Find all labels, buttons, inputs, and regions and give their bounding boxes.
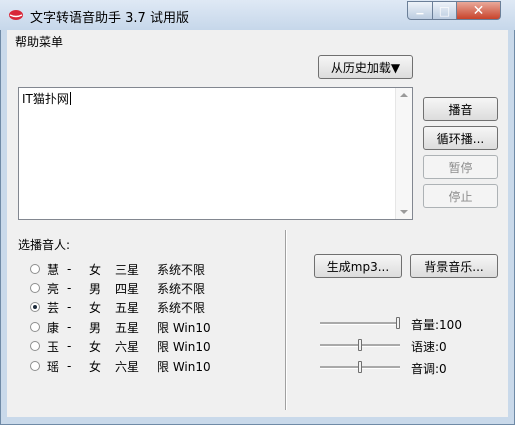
voice-radio[interactable] [30, 361, 40, 371]
close-button[interactable]: ✕ [456, 1, 501, 20]
voice-name: 康 [47, 320, 60, 335]
voice-radio[interactable] [30, 302, 40, 312]
minimize-icon: ▁ [416, 5, 424, 15]
background-music-button[interactable]: 背景音乐... [410, 254, 498, 278]
volume-label: 音量:100 [411, 318, 462, 332]
voice-radio[interactable] [30, 322, 40, 332]
voice-name: 瑶 [47, 359, 60, 374]
text-input-area[interactable]: IT猫扑网 [18, 87, 413, 220]
voice-limit: 系统不限 [157, 281, 206, 296]
menu-bar: 帮助菜单 [7, 30, 508, 50]
text-scrollbar[interactable] [395, 88, 412, 219]
menu-help[interactable]: 帮助菜单 [15, 33, 63, 50]
voice-stars: 六星 [115, 359, 140, 374]
minimize-button[interactable]: ▁ [407, 1, 433, 20]
voice-option[interactable]: 慧 - 女三星 系统不限 [30, 260, 217, 278]
close-icon: ✕ [472, 2, 485, 19]
voice-gender: 女 [89, 339, 102, 354]
voice-sep: - [67, 339, 72, 353]
voice-stars: 三星 [115, 262, 140, 277]
scroll-up-arrow-icon[interactable] [400, 93, 408, 97]
voice-radio[interactable] [30, 283, 40, 293]
speed-slider[interactable] [320, 338, 400, 354]
voice-stars: 六星 [115, 339, 140, 354]
play-button[interactable]: 播音 [423, 97, 498, 121]
voice-sep: - [67, 359, 72, 373]
volume-slider-thumb[interactable] [396, 317, 400, 329]
text-input-value: IT猫扑网 [22, 92, 69, 106]
generate-mp3-button[interactable]: 生成mp3... [314, 254, 402, 278]
maximize-button[interactable]: □ [432, 1, 457, 20]
pause-button[interactable]: 暂停 [423, 155, 498, 179]
voice-option[interactable]: 康 - 男五星 限 Win10 [30, 318, 217, 336]
loop-play-button[interactable]: 循环播... [423, 126, 498, 150]
voice-gender: 女 [89, 262, 102, 277]
voice-stars: 五星 [115, 300, 140, 315]
voice-name: 慧 [47, 262, 60, 277]
stop-button[interactable]: 停止 [423, 184, 498, 208]
voice-sep: - [67, 300, 72, 314]
pitch-slider[interactable] [320, 360, 400, 376]
voice-option[interactable]: 芸 - 女五星 系统不限 [30, 298, 217, 316]
voice-name: 玉 [47, 339, 60, 354]
voice-sep: - [67, 320, 72, 334]
voice-section-label: 选播音人: [18, 238, 71, 252]
voice-radio[interactable] [30, 264, 40, 274]
speed-label: 语速:0 [411, 340, 447, 354]
voice-limit: 系统不限 [157, 300, 206, 315]
voice-gender: 女 [89, 359, 102, 374]
app-lips-icon [9, 10, 23, 20]
voice-sep: - [67, 281, 72, 295]
voice-radio[interactable] [30, 341, 40, 351]
voice-option[interactable]: 亮 - 男四星 系统不限 [30, 279, 217, 297]
text-caret [69, 92, 71, 105]
window-title: 文字转语音助手 3.7 试用版 [30, 11, 189, 26]
pitch-label: 音调:0 [411, 362, 447, 376]
scroll-down-arrow-icon[interactable] [400, 210, 408, 214]
voice-stars: 四星 [115, 281, 140, 296]
voice-option[interactable]: 瑶 - 女六星 限 Win10 [30, 357, 217, 375]
speed-slider-thumb[interactable] [358, 339, 362, 351]
voice-limit: 系统不限 [157, 262, 206, 277]
voice-name: 亮 [47, 281, 60, 296]
voice-gender: 男 [89, 281, 102, 296]
voice-stars: 五星 [115, 320, 140, 335]
voice-sep: - [67, 262, 72, 276]
voice-gender: 男 [89, 320, 102, 335]
voice-limit: 限 Win10 [157, 339, 211, 354]
voice-option[interactable]: 玉 - 女六星 限 Win10 [30, 337, 217, 355]
pitch-slider-thumb[interactable] [358, 361, 362, 373]
volume-slider[interactable] [320, 316, 400, 332]
history-load-button[interactable]: 从历史加载▼ [318, 55, 413, 79]
voice-limit: 限 Win10 [157, 359, 211, 374]
voice-name: 芸 [47, 300, 60, 315]
maximize-icon: □ [438, 3, 451, 18]
vertical-divider [285, 230, 287, 410]
voice-limit: 限 Win10 [157, 320, 211, 335]
voice-gender: 女 [89, 300, 102, 315]
volume-slider-track [320, 322, 400, 325]
